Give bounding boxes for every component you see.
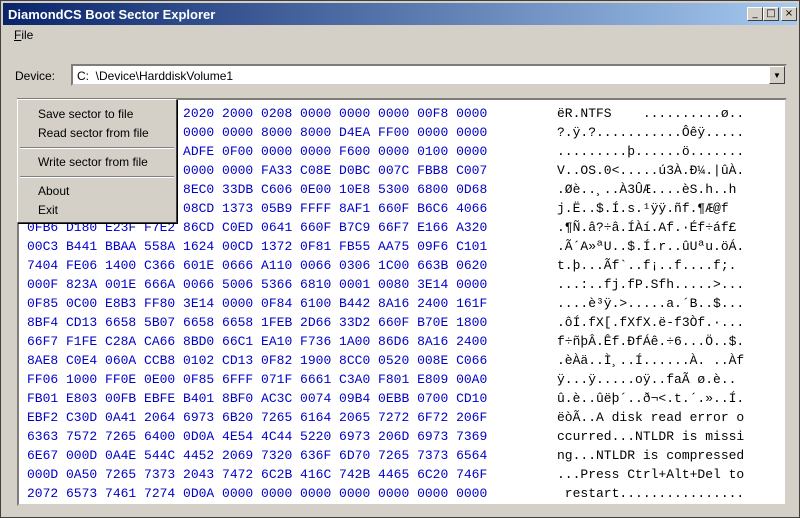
ascii-text: .........þ......ö.......	[557, 144, 745, 159]
hex-row[interactable]: FB01 E803 00FB EBFE B401 8BF0 AC3C 0074 …	[27, 389, 744, 408]
hex-bytes: FB01 E803 00FB EBFE B401 8BF0 AC3C 0074 …	[27, 391, 488, 406]
menu-item-save-sector[interactable]: Save sector to file	[38, 107, 133, 121]
ascii-text: t.þ...Ãf`..f¡..f....f;.	[557, 258, 745, 273]
ascii-text: ëòÃ..A disk read error o	[557, 410, 745, 425]
ascii-text: .ôÍ.fX[.fXfX.ë-f3Òf.·...	[557, 315, 745, 330]
hex-row[interactable]: 6E67 000D 0A4E 544C 4452 2069 7320 636F …	[27, 446, 744, 465]
hex-bytes: 6363 7572 7265 6400 0D0A 4E54 4C44 5220 …	[27, 429, 488, 444]
ascii-text: . ³É..Uª	[557, 503, 619, 504]
ascii-text: restart................	[557, 486, 745, 501]
device-label: Device:	[15, 69, 56, 83]
menu-item-read-sector[interactable]: Read sector from file	[38, 126, 149, 140]
maximize-button[interactable]: □	[763, 7, 779, 21]
hex-bytes: 83A0 B3C9 0000 55AA	[27, 505, 175, 506]
ascii-text: ng...NTLDR is compressed	[557, 448, 745, 463]
ascii-text: ...Press Ctrl+Alt+Del to	[557, 467, 745, 482]
minimize-button[interactable]: _	[747, 7, 763, 21]
hex-bytes: 00C3 B441 BBAA 558A 1624 00CD 1372 0F81 …	[27, 239, 488, 254]
ascii-text: ...:..fj.fP.Sfh.....>...	[557, 277, 745, 292]
app-window: DiamondCS Boot Sector Explorer _ □ × Fil…	[0, 0, 800, 518]
hex-row[interactable]: 0F85 0C00 E8B3 FF80 3E14 0000 0F84 6100 …	[27, 294, 744, 313]
ascii-text: .Øè..¸..À3ÛÆ....èS.h..h	[557, 182, 737, 197]
ascii-text: ?.ÿ.?...........Ôêÿ.....	[557, 125, 745, 140]
menu-separator	[20, 176, 174, 178]
hex-bytes: 6E67 000D 0A4E 544C 4452 2069 7320 636F …	[27, 448, 488, 463]
hex-row[interactable]: 8AE8 C0E4 060A CCB8 0102 CD13 0F82 1900 …	[27, 351, 744, 370]
hex-row[interactable]: FF06 1000 FF0E 0E00 0F85 6FFF 071F 6661 …	[27, 370, 736, 389]
hex-row[interactable]: 6363 7572 7265 6400 0D0A 4E54 4C44 5220 …	[27, 427, 744, 446]
hex-bytes: EBF2 C30D 0A41 2064 6973 6B20 7265 6164 …	[27, 410, 488, 425]
ascii-text: .Ã´A»ªU..$.Í.r..ûUªu.öÁ.	[557, 239, 745, 254]
hex-bytes: 2072 6573 7461 7274 0D0A 0000 0000 0000 …	[27, 486, 488, 501]
chevron-down-icon[interactable]: ▼	[769, 66, 785, 84]
hex-row[interactable]: 66F7 F1FE C28A CA66 8BD0 66C1 EA10 F736 …	[27, 332, 744, 351]
ascii-text: ....è³ÿ.>.....a.´B..$...	[557, 296, 745, 311]
hex-bytes: 66F7 F1FE C28A CA66 8BD0 66C1 EA10 F736 …	[27, 334, 488, 349]
ascii-text: ëR.NTFS ..........ø..	[557, 106, 745, 121]
hex-row[interactable]: 8BF4 CD13 6658 5B07 6658 6658 1FEB 2D66 …	[27, 313, 744, 332]
ascii-text: û.è..ûëþ´..ð¬<.t.´.»..Í.	[557, 391, 745, 406]
menu-item-write-sector[interactable]: Write sector from file	[38, 155, 148, 169]
title-bar[interactable]: DiamondCS Boot Sector Explorer _ □ ×	[3, 3, 797, 25]
device-value: C: \Device\HarddiskVolume1	[77, 69, 234, 83]
hex-row[interactable]: 000D 0A50 7265 7373 2043 7472 6C2B 416C …	[27, 465, 744, 484]
menu-file-rest: ile	[21, 28, 34, 42]
hex-bytes: 7404 FE06 1400 C366 601E 0666 A110 0066 …	[27, 258, 488, 273]
hex-row[interactable]: EBF2 C30D 0A41 2064 6973 6B20 7265 6164 …	[27, 408, 744, 427]
hex-bytes: 000F 823A 001E 666A 0066 5006 5366 6810 …	[27, 277, 488, 292]
menu-file[interactable]: File	[11, 28, 36, 42]
hex-bytes: 8AE8 C0E4 060A CCB8 0102 CD13 0F82 1900 …	[27, 353, 488, 368]
hex-row[interactable]: 2072 6573 7461 7274 0D0A 0000 0000 0000 …	[27, 484, 744, 503]
menu-separator	[20, 147, 174, 149]
hex-row[interactable]: 7404 FE06 1400 C366 601E 0666 A110 0066 …	[27, 256, 736, 275]
ascii-text: j.Ë..$.Í.s.¹ÿÿ.ñf.¶Æ@f	[557, 201, 729, 216]
hex-bytes: FF06 1000 FF0E 0E00 0F85 6FFF 071F 6661 …	[27, 372, 488, 387]
hex-row[interactable]: 83A0 B3C9 0000 55AA. ³É..Uª	[27, 503, 175, 506]
device-dropdown[interactable]: C: \Device\HarddiskVolume1 ▼	[71, 64, 787, 86]
hex-bytes: 000D 0A50 7265 7373 2043 7472 6C2B 416C …	[27, 467, 488, 482]
menu-item-about[interactable]: About	[38, 184, 69, 198]
hex-bytes: 8BF4 CD13 6658 5B07 6658 6658 1FEB 2D66 …	[27, 315, 488, 330]
ascii-text: f÷ñþÂ.Êf.ÐfÁê.÷6...Ö..$.	[557, 334, 745, 349]
close-button[interactable]: ×	[781, 7, 797, 21]
window-title: DiamondCS Boot Sector Explorer	[8, 7, 216, 22]
hex-row[interactable]: 000F 823A 001E 666A 0066 5006 5366 6810 …	[27, 275, 744, 294]
hex-row[interactable]: 00C3 B441 BBAA 558A 1624 00CD 1372 0F81 …	[27, 237, 744, 256]
hex-bytes: 0F85 0C00 E8B3 FF80 3E14 0000 0F84 6100 …	[27, 296, 488, 311]
menu-item-exit[interactable]: Exit	[38, 203, 58, 217]
ascii-text: ccurred...NTLDR is missi	[557, 429, 745, 444]
context-menu: Save sector to file Read sector from fil…	[17, 99, 177, 223]
ascii-text: .èÀä..Ì¸..Í......À. ..Àf	[557, 353, 745, 368]
ascii-text: .¶Ñ.â?÷â.ÍÀí.Af.·Éf÷áf£	[557, 220, 745, 235]
ascii-text: V..OS.0<.....ú3À.Ð¼.|ûÀ.	[557, 163, 745, 178]
ascii-text: ÿ...ÿ.....oÿ..faÃ ø.è..	[557, 372, 745, 387]
menu-bar: File	[3, 26, 797, 46]
